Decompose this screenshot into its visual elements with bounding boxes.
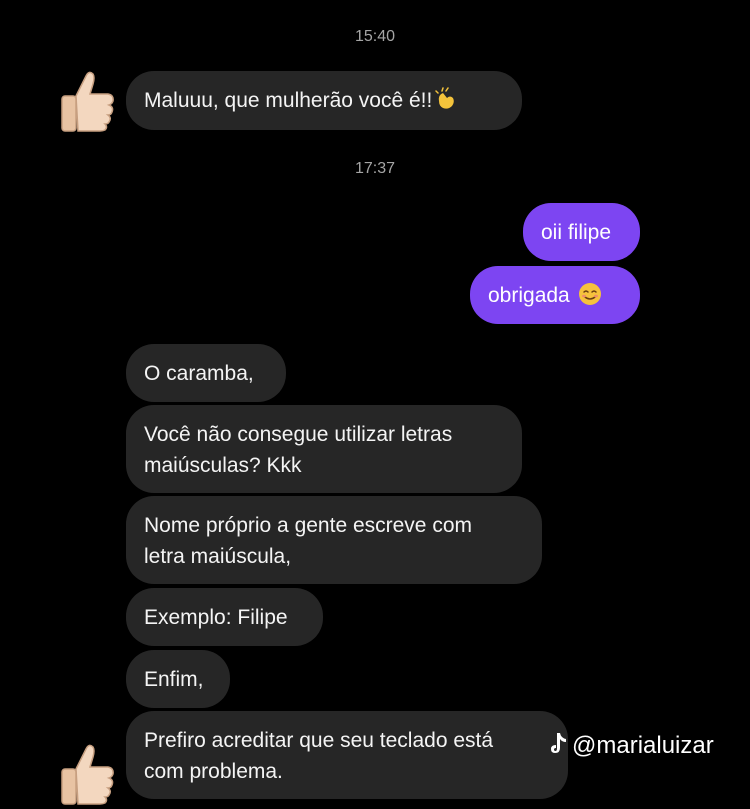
clapping-hands-icon [435, 87, 455, 109]
message-text: obrigada [488, 284, 570, 307]
message-text-line: maiúsculas? Kkk [144, 454, 302, 477]
received-message[interactable]: Exemplo: Filipe [126, 588, 323, 646]
message-text-line: Nome próprio a gente escreve com [144, 514, 472, 537]
received-message[interactable]: Prefiro acreditar que seu teclado está c… [126, 711, 568, 799]
smiling-face-icon [578, 283, 601, 305]
received-message[interactable]: Nome próprio a gente escreve com letra m… [126, 496, 542, 584]
received-message[interactable]: O caramba, [126, 344, 286, 402]
sent-message[interactable]: oii filipe [523, 203, 640, 261]
timestamp: 15:40 [354, 28, 396, 45]
message-text-line: com problema. [144, 760, 283, 783]
message-text: Enfim, [144, 668, 204, 691]
timestamp: 17:37 [354, 160, 396, 177]
message-text-line: letra maiúscula, [144, 545, 292, 568]
thumbs-up-avatar-icon[interactable] [56, 68, 120, 132]
message-text: Exemplo: Filipe [144, 606, 288, 629]
tiktok-icon [551, 733, 566, 753]
tiktok-watermark: @marialuizar [548, 731, 714, 760]
message-text: oii filipe [541, 221, 612, 244]
message-text: Maluuu, que mulherão você é!! [144, 89, 433, 112]
received-message[interactable]: Maluuu, que mulherão você é!! [126, 71, 522, 130]
thumbs-up-avatar-icon[interactable] [56, 741, 120, 805]
message-text-line: Você não consegue utilizar letras [144, 423, 453, 446]
sent-message[interactable]: obrigada [470, 266, 640, 324]
received-message[interactable]: Você não consegue utilizar letras maiúsc… [126, 405, 522, 493]
message-text-line: Prefiro acreditar que seu teclado está [144, 729, 494, 752]
watermark-handle: @marialuizar [572, 732, 714, 759]
message-text: O caramba, [144, 362, 254, 385]
received-message[interactable]: Enfim, [126, 650, 230, 708]
